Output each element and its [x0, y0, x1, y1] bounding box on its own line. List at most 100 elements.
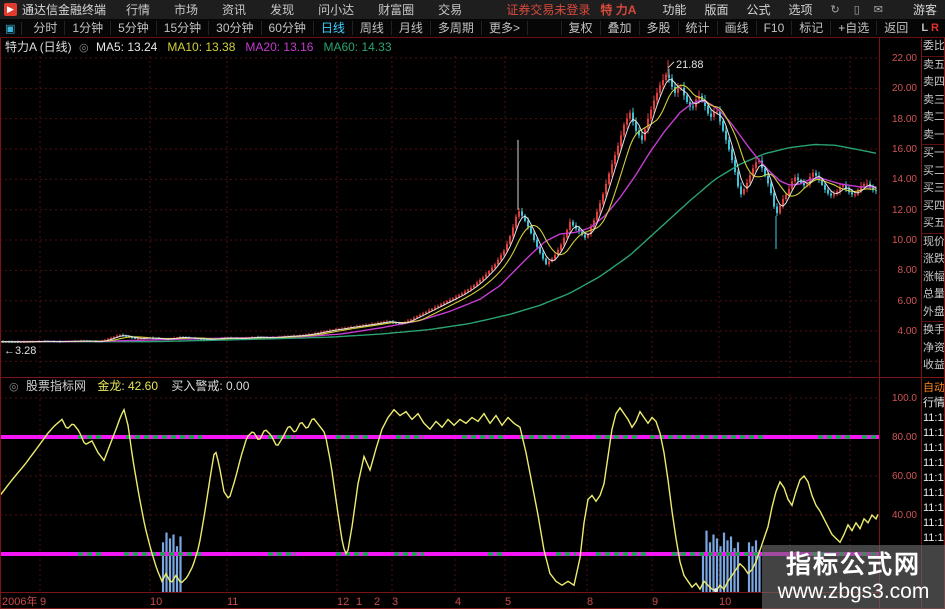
quote-row-涨幅: 涨幅 — [923, 270, 945, 283]
month-tick: 3 — [392, 596, 399, 608]
quote-row-涨跌: 涨跌 — [923, 253, 945, 265]
period-button-日线[interactable]: 日线 — [313, 20, 353, 35]
titlebar-menu-公式[interactable]: 公式 — [746, 3, 770, 17]
user-guest-button[interactable]: 游客 — [913, 1, 937, 18]
indicator-alert-value: 买入警戒: 0.00 — [171, 379, 250, 393]
lr-indicator: LR — [921, 22, 939, 34]
titlebar-menu-选项[interactable]: 选项 — [788, 3, 812, 17]
menu-发现[interactable]: 发现 — [270, 3, 294, 17]
toolbar-button-统计[interactable]: 统计 — [677, 20, 717, 35]
month-tick: 9 — [40, 596, 47, 608]
indicator-tick: 80.00 — [891, 432, 917, 443]
toolbar-button-复权[interactable]: 复权 — [560, 20, 600, 35]
month-tick: 12 — [337, 596, 350, 608]
watermark: 指标公式网 www.zbgs3.com — [762, 545, 945, 609]
time-axis: 2006年 9 10 11 12 1 2 3 4 5 8 9 10 — [0, 592, 880, 609]
quote-row-净资: 净资 — [923, 341, 945, 354]
toolbar-button-叠加[interactable]: 叠加 — [599, 20, 639, 35]
ma-legend: MA5: 13.24 MA10: 13.38 MA20: 13.16 MA60: 14… — [96, 40, 402, 54]
period-button-月线[interactable]: 月线 — [391, 20, 431, 35]
menu-问小达[interactable]: 问小达 — [318, 3, 354, 17]
quote-row-总量: 总量 — [923, 288, 945, 300]
period-button-周线[interactable]: 周线 — [352, 20, 392, 35]
quote-row-外盘: 外盘 — [922, 304, 945, 322]
refresh-icon[interactable]: ↻ — [830, 3, 839, 16]
main-menu: 行情 市场 资讯 发现 问小达 财富圈 交易 — [126, 1, 486, 18]
period-button-30分钟[interactable]: 30分钟 — [209, 20, 262, 35]
indicator-tick: 100.0 — [891, 393, 917, 404]
price-tick: 4.00 — [897, 326, 917, 338]
quote-row-现价: 现价 — [923, 235, 945, 248]
layout-icon[interactable]: ▣ — [5, 21, 23, 35]
period-button-1分钟[interactable]: 1分钟 — [65, 20, 112, 35]
menu-交易[interactable]: 交易 — [438, 3, 462, 17]
period-button-更多>[interactable]: 更多> — [481, 20, 528, 35]
titlebar-menu-功能[interactable]: 功能 — [662, 3, 686, 17]
titlebar: ▶ 通达信金融终端 行情 市场 资讯 发现 问小达 财富圈 交易 证券交易未登录 特 力A … — [0, 0, 945, 19]
toolbar-button-标记[interactable]: 标记 — [791, 20, 831, 35]
indicator-tick: 40.00 — [891, 510, 917, 521]
tick-time: 11:11 — [923, 471, 945, 484]
month-tick: 10 — [150, 596, 163, 608]
quote-row-卖二: 卖二 — [923, 111, 945, 123]
month-tick: 8 — [587, 596, 594, 608]
price-tick: 18.00 — [891, 113, 917, 125]
mobile-icon[interactable]: ▯ — [854, 3, 860, 16]
quote-row-卖五: 卖五 — [923, 58, 945, 71]
mail-icon[interactable]: ✉ — [874, 3, 883, 16]
quote-row-买二: 买二 — [923, 164, 945, 177]
toolbar-button-画线[interactable]: 画线 — [716, 20, 756, 35]
menu-资讯[interactable]: 资讯 — [222, 3, 246, 17]
ma-legend-item: MA60: 14.33 — [323, 40, 392, 54]
indicator-tick: 60.00 — [891, 471, 917, 482]
month-tick: 5 — [505, 596, 512, 608]
price-tick: 10.00 — [891, 235, 917, 247]
tick-time: 11:11 — [923, 531, 945, 544]
period-label: (日线) — [39, 40, 72, 54]
toolbar-button-多股[interactable]: 多股 — [638, 20, 678, 35]
quote-row-买五: 买五 — [922, 215, 945, 234]
toolbar-button-返回[interactable]: 返回 — [876, 20, 916, 35]
price-tick: 6.00 — [897, 295, 917, 307]
month-tick: 11 — [227, 596, 239, 608]
app-name: 通达信金融终端 — [22, 3, 107, 17]
tdx-logo-icon: ▶ — [4, 3, 17, 16]
start-price-annotation: ←3.28 — [4, 345, 36, 357]
price-axis: 22.00 20.00 18.00 16.00 14.00 12.00 10.00 8.00 6… — [880, 53, 921, 377]
tick-time: 11:11 — [923, 501, 945, 514]
toolbar-button-+自选[interactable]: +自选 — [830, 20, 877, 35]
month-tick: 4 — [455, 596, 462, 608]
period-button-多周期[interactable]: 多周期 — [430, 20, 482, 35]
frame-left — [0, 38, 1, 609]
chevron-down-icon[interactable]: ◎ — [79, 42, 89, 54]
peak-price-annotation: 21.88 — [676, 59, 704, 71]
titlebar-menu-版面[interactable]: 版面 — [704, 3, 728, 17]
watermark-title: 指标公式网 — [785, 550, 921, 579]
toolbar-right: 复权 叠加 多股 统计 画线 F10 标记 +自选 返回 LR — [560, 20, 945, 37]
menu-行情[interactable]: 行情 — [126, 3, 150, 17]
period-toolbar: ▣ 分时 1分钟 5分钟 15分钟 30分钟 60分钟 日线 周线 月线 多周期 更多> 复权 叠加多… — [0, 19, 945, 38]
titlebar-right: 证券交易未登录 特 力A 功能 版面 公式 选项 ↻ ▯ ✉ 游客 — [506, 1, 945, 18]
menu-市场[interactable]: 市场 — [174, 3, 198, 17]
current-stock-label: 特 力A — [600, 3, 637, 17]
main-chart-title: 特力A (日线) ◎ MA5: 13.24 MA10: 13.38 MA20: 13… — [5, 39, 402, 56]
month-tick: 2006年 — [2, 596, 38, 608]
indicator-value: 金龙: 42.60 — [97, 379, 159, 393]
indicator-source: 股票指标网 — [25, 379, 86, 393]
info-row-行情: 行情 — [923, 396, 945, 409]
indicator-chart[interactable] — [0, 394, 879, 592]
tick-time: 11:11 — [923, 441, 945, 454]
frame-axis-right — [921, 38, 922, 609]
toolbar-button-F10[interactable]: F10 — [755, 20, 792, 35]
period-button-分时[interactable]: 分时 — [26, 20, 66, 35]
period-button-5分钟[interactable]: 5分钟 — [111, 20, 157, 35]
period-buttons: 分时 1分钟 5分钟 15分钟 30分钟 60分钟 日线 周线 月线 多周期 更多> — [26, 20, 528, 37]
frame-plot-right — [879, 38, 880, 609]
period-button-15分钟[interactable]: 15分钟 — [156, 20, 210, 35]
period-button-60分钟[interactable]: 60分钟 — [261, 20, 314, 35]
menu-财富圈[interactable]: 财富圈 — [378, 3, 414, 17]
tdx-terminal-window: ▶ 通达信金融终端 行情 市场 资讯 发现 问小达 财富圈 交易 证券交易未登录 特 力A … — [0, 0, 945, 609]
chevron-down-icon[interactable]: ◎ — [9, 381, 19, 393]
main-candlestick-chart[interactable]: 21.88 ←3.28 — [0, 56, 879, 377]
action-buttons: 复权 叠加 多股 统计 画线 F10 标记 +自选 返回 — [560, 20, 916, 37]
